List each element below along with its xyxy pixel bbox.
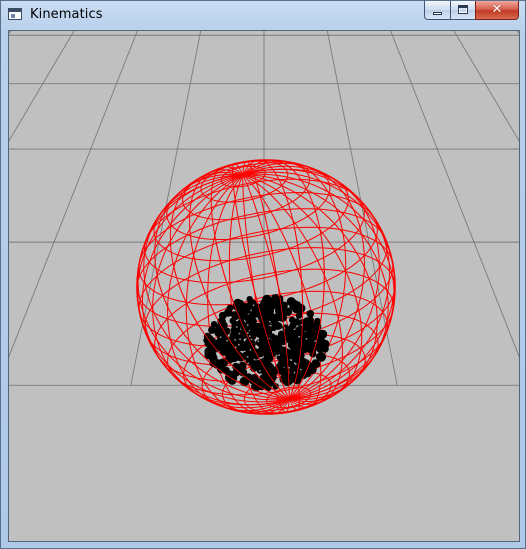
particle — [258, 331, 267, 340]
particle-highlight — [299, 368, 302, 371]
particle — [217, 333, 227, 343]
particle — [285, 329, 293, 337]
caption-buttons: ✕ — [424, 1, 519, 21]
particle-highlight — [305, 353, 308, 356]
particle-highlight — [288, 366, 290, 369]
particle — [277, 355, 285, 363]
particle — [301, 339, 309, 348]
particle — [244, 320, 255, 331]
particle-highlight — [246, 324, 249, 326]
particle-highlight — [269, 324, 272, 327]
window-title: Kinematics — [30, 7, 103, 22]
app-window: Kinematics ✕ — [0, 0, 526, 549]
particle — [273, 313, 282, 322]
particle-highlight — [294, 363, 297, 365]
particle-highlight — [238, 332, 241, 335]
particle-highlight — [298, 335, 301, 338]
particle-highlight — [305, 338, 308, 340]
particle — [267, 365, 275, 373]
particle-highlight — [293, 371, 296, 374]
particle-highlight — [235, 326, 238, 328]
particle-highlight — [238, 361, 241, 364]
particle-highlight — [219, 336, 222, 339]
maximize-button[interactable] — [450, 1, 475, 20]
particle — [297, 352, 305, 359]
particle — [224, 350, 233, 359]
particle-highlight — [290, 359, 293, 362]
particle-highlight — [268, 320, 271, 323]
title-bar[interactable]: Kinematics ✕ — [1, 1, 525, 29]
particle-highlight — [253, 358, 256, 361]
particle — [260, 319, 270, 329]
particle — [321, 345, 329, 353]
particle — [294, 326, 305, 336]
maximize-icon — [458, 5, 468, 14]
particle — [203, 332, 212, 341]
particle-highlight — [238, 343, 240, 346]
particle-highlight — [234, 339, 237, 341]
particle-highlight — [314, 340, 317, 342]
particle — [308, 322, 318, 332]
particle-highlight — [246, 332, 249, 334]
particle-highlight — [256, 338, 259, 341]
particle — [291, 318, 298, 326]
particle — [242, 340, 251, 349]
particle-highlight — [226, 339, 228, 342]
particle — [218, 311, 227, 320]
particle-highlight — [275, 354, 278, 357]
particle — [249, 311, 257, 319]
particle — [315, 353, 323, 361]
particle — [251, 382, 261, 392]
particle-highlight — [249, 348, 252, 351]
particle-highlight — [250, 309, 253, 312]
minimize-button[interactable] — [424, 1, 450, 20]
particle — [286, 297, 296, 307]
particle — [293, 360, 302, 369]
particle — [306, 310, 315, 318]
viewport-3d[interactable] — [8, 30, 520, 542]
close-icon: ✕ — [491, 2, 503, 17]
particle — [217, 358, 226, 367]
particle — [268, 302, 276, 310]
particle-highlight — [239, 338, 242, 341]
particle-highlight — [258, 370, 261, 372]
particle — [239, 376, 250, 387]
particle-highlight — [252, 304, 255, 307]
application-window-icon[interactable] — [8, 8, 22, 20]
particle-highlight — [278, 354, 281, 356]
particle-highlight — [257, 340, 260, 343]
particle — [269, 323, 278, 332]
particle-highlight — [250, 338, 253, 341]
particle — [224, 340, 233, 349]
particle — [283, 307, 293, 317]
particle-highlight — [248, 335, 251, 338]
particle — [274, 344, 284, 354]
scene-canvas[interactable] — [9, 31, 519, 541]
close-button[interactable]: ✕ — [475, 1, 519, 20]
particle-highlight — [246, 356, 249, 358]
particle — [272, 296, 279, 303]
minimize-icon — [433, 12, 442, 15]
particle — [208, 326, 216, 334]
